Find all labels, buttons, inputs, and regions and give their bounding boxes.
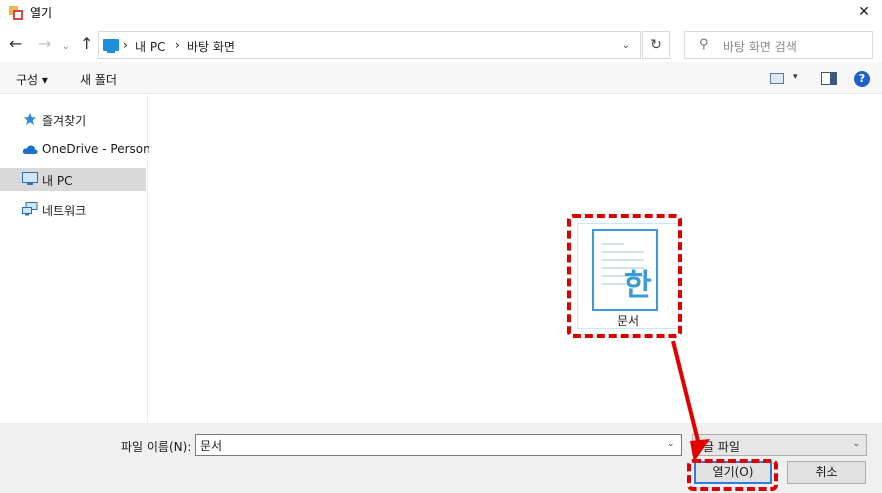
new-folder-button[interactable]: 새 폴더 xyxy=(80,71,117,88)
forward-button[interactable]: → xyxy=(38,36,51,52)
star-icon xyxy=(23,112,37,126)
cloud-icon xyxy=(22,145,38,154)
chevron-down-icon[interactable]: ⌄ xyxy=(667,439,675,449)
help-icon[interactable]: ? xyxy=(854,71,870,87)
sidebar-item-favorites[interactable]: 즐겨찾기 xyxy=(0,108,146,131)
file-type-value: 글 파일 xyxy=(703,440,740,454)
app-icon xyxy=(9,6,23,20)
highlight-file-annotation xyxy=(567,214,682,338)
recent-locations-button[interactable]: ⌄ xyxy=(62,39,70,55)
chevron-down-icon[interactable]: ▾ xyxy=(793,72,798,82)
network-icon xyxy=(22,202,38,216)
sidebar-item-this-pc[interactable]: 내 PC xyxy=(0,168,146,191)
search-input[interactable]: ⚲ 바탕 화면 검색 xyxy=(684,31,873,59)
window-title: 열기 xyxy=(30,6,53,20)
computer-icon xyxy=(103,39,119,53)
breadcrumb-desktop[interactable]: 바탕 화면 xyxy=(187,38,235,55)
sidebar-item-label: 네트워크 xyxy=(42,204,87,218)
address-row: ← → ⌄ ↑ › 내 PC › 바탕 화면 ⌄ ↻ ⚲ 바탕 화면 검색 xyxy=(0,30,882,60)
filename-label: 파일 이름(N): xyxy=(121,440,192,454)
highlight-open-button-annotation xyxy=(687,459,778,491)
sidebar-item-network[interactable]: 네트워크 xyxy=(0,198,146,221)
computer-icon xyxy=(22,172,38,185)
up-button[interactable]: ↑ xyxy=(80,36,93,52)
search-placeholder: 바탕 화면 검색 xyxy=(723,40,797,54)
sidebar-item-label: 즐겨찾기 xyxy=(42,114,87,128)
view-options-icon[interactable] xyxy=(770,73,784,84)
breadcrumb-this-pc[interactable]: 내 PC xyxy=(135,38,165,55)
sidebar-item-label: OneDrive - Personal xyxy=(42,142,162,156)
title-bar: 열기 ✕ xyxy=(0,0,882,26)
chevron-down-icon[interactable]: ⌄ xyxy=(852,439,860,449)
back-button[interactable]: ← xyxy=(9,36,22,52)
refresh-button[interactable]: ↻ xyxy=(642,31,670,59)
file-list[interactable]: 한 문서 xyxy=(149,95,882,423)
navigation-pane: 즐겨찾기 OneDrive - Personal 내 PC 네트워크 xyxy=(0,95,161,423)
preview-pane-icon[interactable] xyxy=(821,72,837,85)
file-type-select[interactable]: 글 파일 ⌄ xyxy=(692,434,867,456)
breadcrumb-separator[interactable]: › xyxy=(175,38,180,52)
organize-button[interactable]: 구성 ▾ xyxy=(16,71,48,88)
search-icon: ⚲ xyxy=(699,37,709,52)
address-bar[interactable]: › 내 PC › 바탕 화면 ⌄ xyxy=(98,31,641,59)
breadcrumb-separator[interactable]: › xyxy=(123,38,128,52)
close-button[interactable]: ✕ xyxy=(846,0,882,26)
cancel-button[interactable]: 취소 xyxy=(787,461,866,484)
sidebar-item-label: 내 PC xyxy=(42,174,73,188)
chevron-down-icon[interactable]: ⌄ xyxy=(622,40,630,51)
command-bar: 구성 ▾ 새 폴더 ▾ ? xyxy=(0,62,882,94)
sidebar-item-onedrive[interactable]: OneDrive - Personal xyxy=(0,138,161,161)
filename-input[interactable] xyxy=(195,434,682,456)
